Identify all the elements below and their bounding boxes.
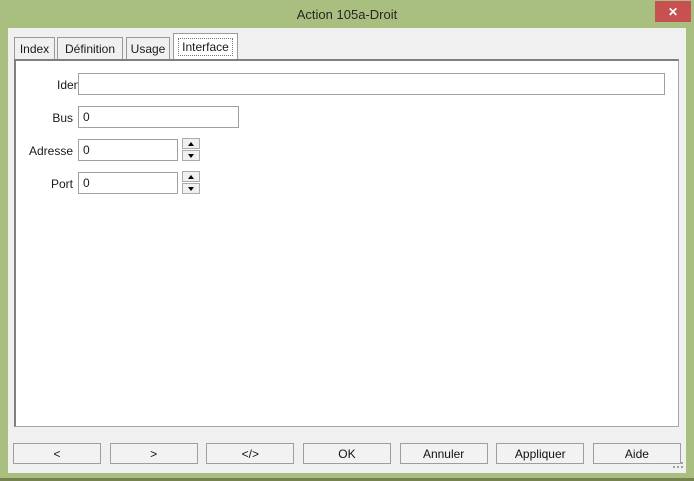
down-triangle-icon: [188, 187, 194, 191]
resize-grip-icon[interactable]: [681, 466, 683, 468]
ident-input[interactable]: [78, 73, 665, 95]
tab-interface[interactable]: Interface: [173, 33, 238, 59]
tab-usage[interactable]: Usage: [126, 37, 170, 59]
next-button-label: >: [150, 447, 157, 461]
tab-index[interactable]: Index: [14, 37, 55, 59]
down-triangle-icon: [188, 154, 194, 158]
window-title: Action 105a-Droit: [297, 7, 397, 22]
code-button[interactable]: </>: [206, 443, 294, 464]
bus-label: Bus: [8, 111, 73, 125]
prev-button[interactable]: <: [13, 443, 101, 464]
next-button[interactable]: >: [110, 443, 198, 464]
code-button-label: </>: [242, 447, 259, 461]
port-input[interactable]: [78, 172, 178, 194]
help-button[interactable]: Aide: [593, 443, 681, 464]
dialog-window: Action 105a-Droit ✕ Index Définition Usa…: [0, 0, 694, 481]
up-triangle-icon: [188, 142, 194, 146]
apply-button-label: Appliquer: [515, 447, 566, 461]
up-triangle-icon: [188, 175, 194, 179]
tab-label: Usage: [131, 42, 166, 56]
titlebar[interactable]: Action 105a-Droit ✕: [0, 0, 694, 28]
bus-input[interactable]: [78, 106, 239, 128]
adresse-spin-down-button[interactable]: [182, 150, 200, 161]
tab-label: Définition: [65, 42, 115, 56]
close-icon: ✕: [668, 5, 678, 19]
ok-button[interactable]: OK: [303, 443, 391, 464]
port-spin-up-button[interactable]: [182, 171, 200, 182]
adresse-label: Adresse: [8, 144, 73, 158]
cancel-button[interactable]: Annuler: [400, 443, 488, 464]
help-button-label: Aide: [625, 447, 649, 461]
dialog-client-area: Index Définition Usage Interface Ident B…: [8, 28, 686, 473]
ok-button-label: OK: [338, 447, 355, 461]
tab-definition[interactable]: Définition: [57, 37, 123, 59]
port-spinner: [182, 171, 200, 194]
tab-label: Index: [20, 42, 49, 56]
cancel-button-label: Annuler: [423, 447, 464, 461]
close-button[interactable]: ✕: [655, 1, 691, 22]
adresse-spinner: [182, 138, 200, 161]
prev-button-label: <: [53, 447, 60, 461]
apply-button[interactable]: Appliquer: [496, 443, 584, 464]
adresse-spin-up-button[interactable]: [182, 138, 200, 149]
port-spin-down-button[interactable]: [182, 183, 200, 194]
tab-label: Interface: [179, 39, 232, 55]
port-label: Port: [8, 177, 73, 191]
footer-button-row: < > </> OK Annuler Appliquer Aide: [13, 443, 681, 464]
adresse-input[interactable]: [78, 139, 178, 161]
